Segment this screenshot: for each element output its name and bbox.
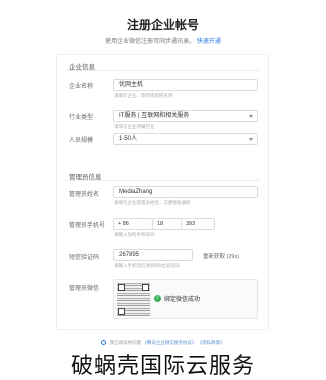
admin-name-hint: 请填写企业管理员姓名，方便接收通知 — [114, 200, 191, 205]
admin-wechat-label: 管理员微信 — [69, 286, 100, 292]
industry-label: 行业类型 — [69, 115, 94, 121]
qr-corner — [142, 284, 149, 291]
industry-select[interactable]: IT服务 | 互联网和相关服务 — [113, 110, 258, 122]
check-circle-icon: ✓ — [154, 295, 161, 302]
phone-number-part[interactable]: 18 — [152, 218, 182, 230]
admin-name-label: 管理员姓名 — [69, 192, 100, 198]
phone-country-code[interactable]: + 86 — [113, 218, 153, 230]
section-divider — [65, 180, 260, 181]
subtitle-text: 使用企业微信注册可同步通讯录。 — [105, 39, 196, 45]
qr-corner — [118, 308, 125, 315]
quick-open-link[interactable]: 快速开通 — [197, 39, 221, 45]
size-label: 人员规模 — [69, 138, 94, 144]
agreement-line: 我已阅读并同意 《腾讯企业微信服务协议》 《隐私政策》 — [0, 340, 326, 346]
agree-text: 我已阅读并同意 — [109, 340, 142, 345]
watermark-text: 破蜗壳国际云服务 — [70, 354, 255, 379]
registration-card: 企业信息 企业名称 优网主机 请填写企业、政府或组织名称 行业类型 IT服务 |… — [56, 54, 269, 330]
phone-hint: 请输入你的手机号码 — [114, 232, 155, 237]
bind-success-badge: ✓ 绑定微信成功 — [154, 294, 200, 303]
chevron-down-icon — [249, 138, 253, 141]
size-value: 1-50人 — [119, 136, 138, 142]
page-title: 注册企业帐号 — [126, 18, 199, 32]
company-name-label: 企业名称 — [69, 84, 94, 90]
privacy-policy-link[interactable]: 《隐私政策》 — [198, 340, 225, 345]
wechat-bind-box: ✓ 绑定微信成功 — [113, 279, 258, 319]
company-name-hint: 请填写企业、政府或组织名称 — [114, 93, 173, 98]
company-name-input[interactable]: 优网主机 — [113, 79, 258, 91]
section-divider — [65, 70, 260, 71]
resend-code-button[interactable]: 重新获取 (29s) — [203, 252, 239, 260]
sms-code-input[interactable]: 267895 — [113, 249, 193, 261]
industry-value: IT服务 | 互联网和相关服务 — [119, 113, 190, 119]
bind-success-text: 绑定微信成功 — [164, 297, 201, 303]
qr-corner — [118, 284, 125, 291]
admin-name-input[interactable]: MediaZhang — [113, 186, 258, 198]
sms-code-label: 短信验证码 — [69, 255, 100, 261]
chevron-down-icon — [249, 115, 253, 118]
page-subtitle: 使用企业微信注册可同步通讯录。 快速开通 — [0, 36, 326, 45]
industry-hint: 请填写企业所属行业 — [114, 124, 155, 129]
admin-phone-label: 管理员手机号 — [69, 223, 106, 229]
sms-code-hint: 请输入手机短信收到的6位验证码 — [114, 263, 180, 268]
size-select[interactable]: 1-50人 — [113, 133, 258, 145]
phone-number-part[interactable]: 393 — [181, 218, 215, 230]
agree-radio[interactable] — [101, 340, 107, 346]
service-agreement-link[interactable]: 《腾讯企业微信服务协议》 — [142, 340, 196, 345]
